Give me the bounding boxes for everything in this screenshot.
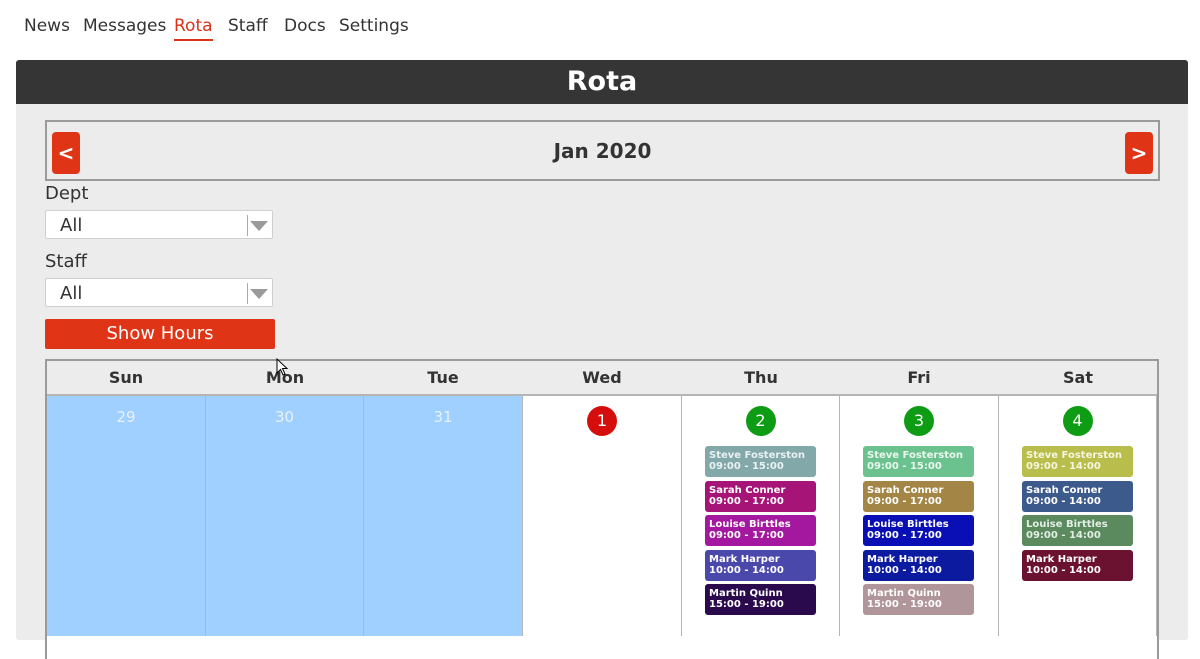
mouse-cursor-icon — [276, 357, 289, 376]
shift-card[interactable]: Martin Quinn 15:00 - 19:00 — [863, 584, 974, 615]
shift-card[interactable]: Louise Birttles 09:00 - 17:00 — [705, 515, 816, 546]
shift-staff-name: Steve Fosterston — [867, 450, 964, 461]
shift-time: 09:00 - 14:00 — [1026, 495, 1101, 507]
shift-staff-name: Martin Quinn — [709, 588, 783, 599]
shift-time: 10:00 - 14:00 — [709, 564, 784, 576]
nav-rota[interactable]: Rota — [174, 16, 213, 41]
day-header-sat: Sat — [1063, 368, 1093, 387]
shift-time: 09:00 - 17:00 — [709, 495, 784, 507]
shift-time: 09:00 - 17:00 — [867, 530, 942, 541]
day-cell[interactable]: 30 — [206, 396, 364, 636]
shift-card[interactable]: Steve Fosterston 09:00 - 15:00 — [705, 446, 816, 477]
shift-card[interactable]: Steve Fosterston 09:00 - 14:00 — [1022, 446, 1133, 477]
nav-messages[interactable]: Messages — [83, 16, 166, 39]
top-nav: News Messages Rota Staff Docs Settings — [0, 0, 1200, 54]
shift-staff-name: Mark Harper — [867, 553, 938, 565]
day-header-sun: Sun — [108, 368, 144, 387]
day-cell[interactable]: 1 — [523, 396, 682, 636]
shift-staff-name: Sarah Conner — [709, 484, 786, 496]
calendar-grid: Sun Mon Tue Wed Thu Fri Sat 29 30 31 1 2 Stev… — [45, 359, 1159, 659]
shift-staff-name: Mark Harper — [1026, 553, 1097, 565]
shift-card[interactable]: Sarah Conner 09:00 - 17:00 — [863, 480, 974, 512]
shift-staff-name: Louise Birttles — [709, 519, 791, 530]
rota-panel: Rota < Jan 2020 > Dept All Staff All Sho… — [16, 60, 1188, 659]
day-number: 29 — [116, 408, 136, 426]
shift-card[interactable]: Mark Harper 10:00 - 14:00 — [705, 549, 816, 581]
day-header-thu: Thu — [744, 368, 778, 387]
day-number: 30 — [274, 408, 295, 426]
shift-card[interactable]: Sarah Conner 09:00 - 17:00 — [705, 480, 816, 512]
select-divider — [247, 215, 248, 236]
shift-staff-name: Sarah Conner — [867, 484, 944, 496]
dept-select[interactable]: All — [45, 210, 273, 239]
nav-news[interactable]: News — [24, 16, 70, 39]
nav-settings[interactable]: Settings — [339, 16, 409, 39]
day-cell[interactable]: 31 — [364, 396, 523, 636]
nav-staff[interactable]: Staff — [228, 16, 268, 39]
day-header-wed: Wed — [582, 368, 622, 387]
dept-label: Dept — [45, 183, 89, 204]
page-title: Rota — [16, 60, 1188, 104]
shift-time: 09:00 - 17:00 — [867, 495, 942, 507]
day-number-badge: 2 — [745, 406, 776, 436]
shift-staff-name: Louise Birttles — [1026, 519, 1108, 530]
day-cell[interactable]: 4 Steve Fosterston 09:00 - 14:00 Sarah Conn… — [999, 396, 1157, 636]
shift-card[interactable]: Martin Quinn 15:00 - 19:00 — [705, 584, 816, 615]
shift-time: 10:00 - 14:00 — [867, 564, 942, 576]
shift-time: 15:00 - 19:00 — [867, 599, 942, 610]
shift-card[interactable]: Sarah Conner 09:00 - 14:00 — [1022, 480, 1133, 512]
day-cell[interactable]: 29 — [47, 396, 206, 636]
chevron-down-icon — [250, 289, 268, 299]
shift-staff-name: Steve Fosterston — [709, 450, 806, 461]
shift-card[interactable]: Steve Fosterston 09:00 - 15:00 — [863, 446, 974, 477]
shift-time: 15:00 - 19:00 — [709, 599, 784, 610]
month-navigator: < Jan 2020 > — [45, 120, 1160, 181]
month-label: Jan 2020 — [553, 139, 652, 163]
shift-time: 09:00 - 14:00 — [1026, 530, 1101, 541]
day-header-fri: Fri — [907, 368, 931, 387]
shift-time: 09:00 - 17:00 — [709, 530, 784, 541]
shift-staff-name: Mark Harper — [709, 553, 780, 565]
shift-time: 09:00 - 15:00 — [709, 461, 784, 472]
shift-time: 09:00 - 15:00 — [867, 461, 942, 472]
shift-staff-name: Martin Quinn — [867, 588, 941, 599]
shift-card[interactable]: Louise Birttles 09:00 - 17:00 — [863, 515, 974, 546]
day-number: 31 — [433, 408, 453, 426]
dept-select-value: All — [60, 215, 83, 236]
day-cell[interactable]: 3 Steve Fosterston 09:00 - 15:00 Sarah Conn… — [840, 396, 999, 636]
shift-staff-name: Louise Birttles — [867, 519, 949, 530]
day-number-badge: 4 — [1062, 406, 1093, 436]
shift-card[interactable]: Mark Harper 10:00 - 14:00 — [863, 549, 974, 581]
shift-card[interactable]: Mark Harper 10:00 - 14:00 — [1022, 549, 1133, 581]
select-divider — [247, 283, 248, 304]
shift-staff-name: Sarah Conner — [1026, 484, 1103, 496]
staff-select[interactable]: All — [45, 278, 273, 307]
shift-time: 10:00 - 14:00 — [1026, 564, 1101, 576]
shift-staff-name: Steve Fosterston — [1026, 450, 1123, 461]
nav-docs[interactable]: Docs — [284, 16, 326, 39]
staff-select-value: All — [60, 283, 83, 304]
day-cell[interactable]: 2 Steve Fosterston 09:00 - 15:00 Sarah Conn… — [682, 396, 840, 636]
staff-label: Staff — [45, 251, 87, 272]
shift-time: 09:00 - 14:00 — [1026, 461, 1101, 472]
day-header-tue: Tue — [427, 368, 459, 387]
day-number-badge: 3 — [904, 406, 934, 436]
next-month-button[interactable]: > — [1125, 132, 1153, 174]
show-hours-button[interactable]: Show Hours — [45, 319, 275, 349]
day-number-badge: 1 — [587, 406, 617, 436]
shift-card[interactable]: Louise Birttles 09:00 - 14:00 — [1022, 515, 1133, 546]
calendar-day-headers: Sun Mon Tue Wed Thu Fri Sat — [47, 361, 1157, 396]
chevron-down-icon — [250, 221, 268, 231]
